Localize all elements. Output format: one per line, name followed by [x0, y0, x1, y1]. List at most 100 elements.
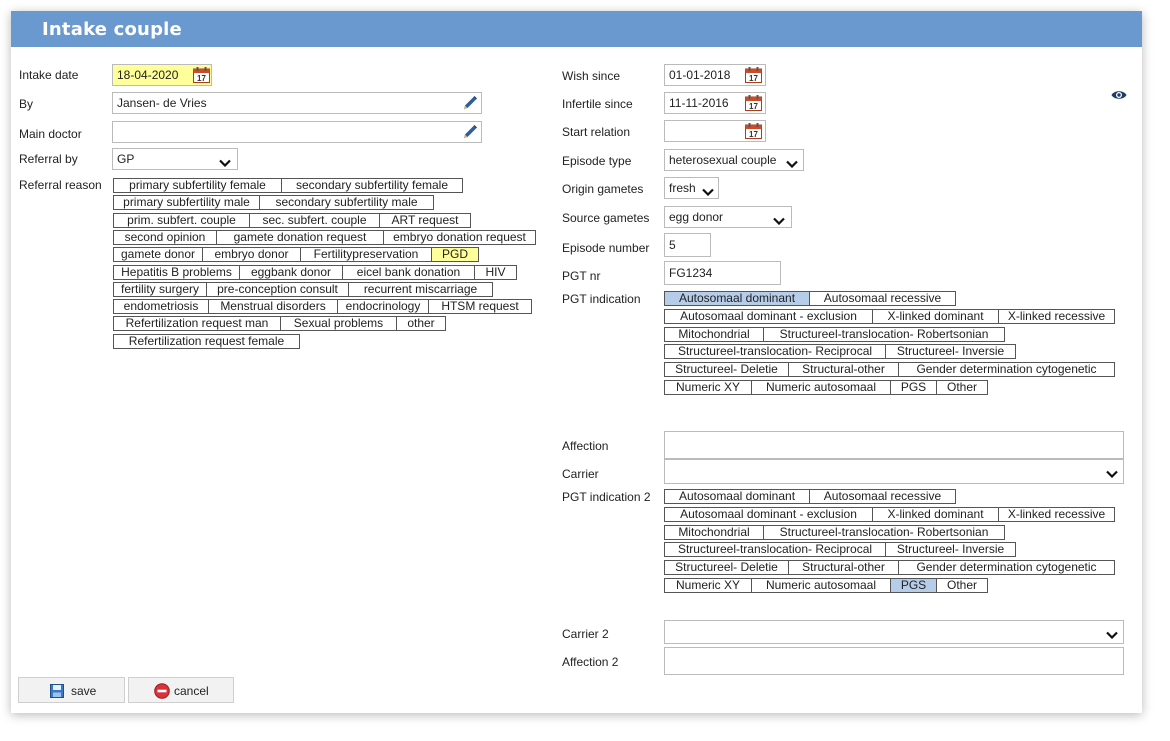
carrier-select[interactable]	[664, 459, 1124, 484]
pgt-nr-field[interactable]: FG1234	[664, 261, 781, 285]
referral-reason-tag[interactable]: second opinion	[113, 229, 217, 245]
cancel-label: cancel	[174, 684, 209, 698]
referral-reason-tag[interactable]: embryo donor	[202, 247, 301, 263]
pgt-indication-label: PGT indication	[562, 292, 641, 306]
calendar-icon[interactable]: 17	[193, 67, 210, 83]
referral-reason-tag[interactable]: endometriosis	[113, 299, 209, 315]
episode-number-label: Episode number	[562, 241, 650, 255]
pgt-indication-2-tag[interactable]: Autosomaal dominant	[664, 489, 810, 504]
pgt-indication-2-tag[interactable]: X-linked dominant	[872, 506, 999, 522]
referral-reason-tag[interactable]: gamete donation request	[216, 229, 384, 245]
carrier-2-select[interactable]	[664, 620, 1124, 644]
start-relation-label: Start relation	[562, 125, 631, 139]
referral-reason-tag[interactable]: eicel bank donation	[342, 264, 475, 280]
pgt-indication-2-tag[interactable]: Gender determination cytogenetic	[898, 560, 1115, 576]
cancel-button[interactable]: cancel	[128, 677, 234, 703]
calendar-icon[interactable]: 17	[745, 67, 762, 83]
referral-by-label: Referral by	[19, 152, 78, 166]
pgt-indication-tag[interactable]: Other	[936, 380, 988, 395]
pgt-indication-2-tag[interactable]: Numeric XY	[664, 578, 752, 593]
pgt-indication-2-tag[interactable]: Autosomaal recessive	[809, 489, 956, 504]
referral-reason-tag[interactable]: gamete donor	[113, 247, 203, 263]
calendar-icon[interactable]: 17	[745, 123, 762, 139]
pgt-indication-tag[interactable]: Structureel- Inversie	[885, 344, 1016, 360]
referral-reason-tag[interactable]: HIV	[474, 264, 517, 280]
referral-reason-tag[interactable]: primary subfertility female	[113, 178, 282, 193]
calendar-icon[interactable]: 17	[745, 95, 762, 111]
pgt-nr-label: PGT nr	[562, 269, 601, 283]
pencil-icon[interactable]	[462, 95, 478, 111]
referral-reason-tag[interactable]: eggbank donor	[239, 264, 343, 280]
pgt-indication-tag[interactable]: Structureel-translocation- Reciprocal	[664, 344, 886, 360]
pgt-indication-tag[interactable]: Structural-other	[788, 362, 899, 378]
svg-text:17: 17	[749, 102, 758, 111]
save-button[interactable]: save	[18, 677, 125, 703]
pgt-indication-2-tag[interactable]: Autosomaal dominant - exclusion	[664, 506, 873, 522]
episode-number-field[interactable]: 5	[664, 233, 711, 257]
referral-reason-tag[interactable]: prim. subfert. couple	[113, 212, 250, 228]
pgt-indication-2-tag[interactable]: Structural-other	[788, 560, 899, 576]
pgt-indication-tag[interactable]: Numeric autosomaal	[751, 380, 891, 395]
referral-reason-tag[interactable]: Refertilization request female	[113, 333, 300, 349]
pgt-indication-2-tag[interactable]: Other	[936, 578, 988, 593]
referral-reason-tag[interactable]: Refertilization request man	[113, 316, 281, 332]
pgt-indication-2-tag[interactable]: Structureel-translocation- Robertsonian	[763, 524, 1005, 540]
pgt-indication-tag[interactable]: Structureel- Deletie	[664, 362, 789, 378]
referral-reason-tag[interactable]: PGD	[431, 247, 479, 263]
referral-reason-tag[interactable]: HTSM request	[428, 299, 532, 315]
chevron-down-icon	[219, 156, 231, 168]
pgt-indication-tag[interactable]: Autosomaal dominant	[664, 291, 810, 306]
main-doctor-label: Main doctor	[19, 127, 82, 141]
origin-gametes-label: Origin gametes	[562, 182, 644, 196]
referral-reason-tag[interactable]: ART request	[379, 212, 471, 228]
pgt-indication-tag[interactable]: X-linked recessive	[998, 308, 1115, 324]
pgt-indication-2-tag[interactable]: Structureel-translocation- Reciprocal	[664, 542, 886, 558]
pgt-indication-tag[interactable]: Numeric XY	[664, 380, 752, 395]
referral-reason-tag[interactable]: secondary subfertility male	[259, 195, 434, 211]
pgt-indication-tag[interactable]: Structureel-translocation- Robertsonian	[763, 326, 1005, 342]
by-label: By	[19, 97, 34, 111]
pgt-indication-2-tag[interactable]: Structureel- Deletie	[664, 560, 789, 576]
carrier-2-label: Carrier 2	[562, 627, 609, 641]
referral-reason-tag[interactable]: fertility surgery	[113, 281, 207, 297]
referral-reason-tag[interactable]: sec. subfert. couple	[249, 212, 380, 228]
chevron-down-icon	[702, 185, 714, 197]
cancel-icon	[154, 683, 170, 699]
affection-2-label: Affection 2	[562, 655, 619, 669]
svg-text:17: 17	[197, 74, 206, 83]
eye-icon[interactable]	[1111, 89, 1127, 101]
referral-reason-tag[interactable]: endocrinology	[337, 299, 429, 315]
referral-reason-tag[interactable]: Sexual problems	[280, 316, 397, 332]
carrier-label: Carrier	[562, 467, 599, 481]
affection-2-field[interactable]	[664, 647, 1124, 675]
pgt-indication-tag[interactable]: Gender determination cytogenetic	[898, 362, 1115, 378]
affection-field[interactable]	[664, 431, 1124, 459]
episode-type-select[interactable]: heterosexual couple	[664, 149, 804, 171]
pgt-indication-2-tag[interactable]: Mitochondrial	[664, 524, 764, 540]
referral-reason-tag[interactable]: pre-conception consult	[206, 281, 349, 297]
referral-reason-tag[interactable]: other	[396, 316, 446, 332]
pencil-icon[interactable]	[462, 124, 478, 140]
referral-reason-tag[interactable]: Fertilitypreservation	[300, 247, 432, 263]
referral-reason-tag[interactable]: embryo donation request	[383, 229, 536, 245]
referral-reason-tag[interactable]: Menstrual disorders	[208, 299, 338, 315]
pgt-indication-tag[interactable]: Autosomaal dominant - exclusion	[664, 308, 873, 324]
source-gametes-label: Source gametes	[562, 211, 650, 225]
pgt-indication-2-tag[interactable]: PGS	[890, 578, 937, 593]
main-doctor-field[interactable]	[112, 121, 482, 143]
pgt-indication-2-tag[interactable]: Numeric autosomaal	[751, 578, 891, 593]
pgt-indication-tag[interactable]: Mitochondrial	[664, 326, 764, 342]
by-field[interactable]: Jansen- de Vries	[112, 92, 482, 114]
pgt-indication-tag[interactable]: X-linked dominant	[872, 308, 999, 324]
wish-since-label: Wish since	[562, 69, 621, 83]
pgt-indication-2-tag[interactable]: Structureel- Inversie	[885, 542, 1016, 558]
referral-reason-tag[interactable]: secondary subfertility female	[281, 178, 463, 193]
infertile-since-label: Infertile since	[562, 97, 633, 111]
referral-reason-tag[interactable]: Hepatitis B problems	[113, 264, 240, 280]
pgt-indication-tag[interactable]: PGS	[890, 380, 937, 395]
pgt-indication-2-tag[interactable]: X-linked recessive	[998, 506, 1115, 522]
pgt-indication-tag[interactable]: Autosomaal recessive	[809, 291, 956, 306]
title-bar: Intake couple	[11, 11, 1142, 47]
referral-reason-tag[interactable]: recurrent miscarriage	[348, 281, 493, 297]
referral-reason-tag[interactable]: primary subfertility male	[113, 195, 260, 211]
